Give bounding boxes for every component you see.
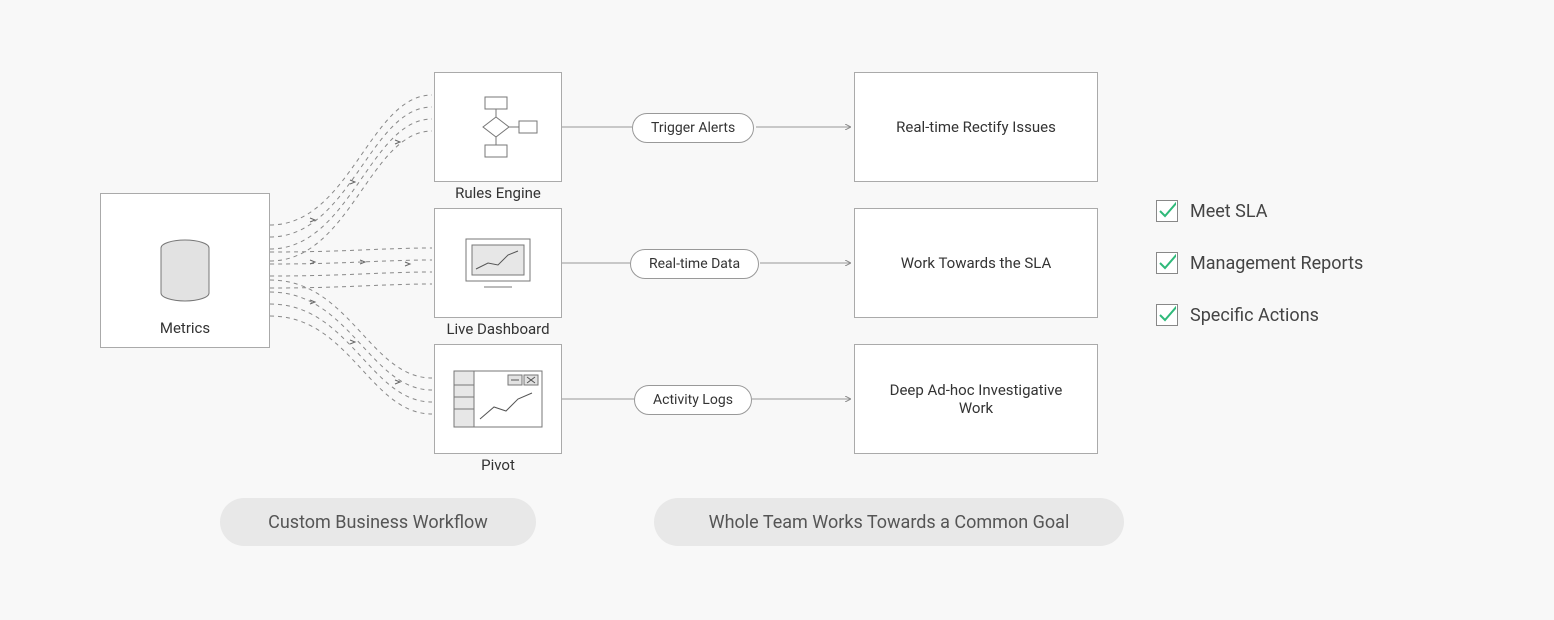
custom-workflow-pill: Custom Business Workflow: [220, 498, 536, 546]
check-label: Management Reports: [1190, 253, 1363, 274]
flowchart-icon: [435, 73, 561, 181]
check-meet-sla: Meet SLA: [1156, 200, 1267, 222]
pivot-icon: [435, 345, 561, 453]
check-icon: [1156, 252, 1178, 274]
pivot-node: [434, 344, 562, 454]
rectify-result: Real-time Rectify Issues: [854, 72, 1098, 182]
live-dashboard-node: [434, 208, 562, 318]
check-label: Meet SLA: [1190, 201, 1267, 222]
dashboard-icon: [435, 209, 561, 317]
rules-engine-node: [434, 72, 562, 182]
trigger-alerts-pill: Trigger Alerts: [632, 113, 754, 143]
investigative-result: Deep Ad-hoc Investigative Work: [854, 344, 1098, 454]
metrics-label: Metrics: [101, 319, 269, 337]
activity-logs-pill: Activity Logs: [634, 385, 752, 415]
check-mgmt-reports: Management Reports: [1156, 252, 1363, 274]
check-label: Specific Actions: [1190, 305, 1319, 326]
check-icon: [1156, 304, 1178, 326]
live-dashboard-label: Live Dashboard: [434, 320, 562, 338]
pivot-label: Pivot: [434, 456, 562, 474]
rules-engine-label: Rules Engine: [434, 184, 562, 202]
common-goal-pill: Whole Team Works Towards a Common Goal: [654, 498, 1124, 546]
check-specific-actions: Specific Actions: [1156, 304, 1319, 326]
metrics-node: Metrics: [100, 193, 270, 348]
check-icon: [1156, 200, 1178, 222]
sla-result: Work Towards the SLA: [854, 208, 1098, 318]
realtime-data-pill: Real-time Data: [630, 249, 759, 279]
